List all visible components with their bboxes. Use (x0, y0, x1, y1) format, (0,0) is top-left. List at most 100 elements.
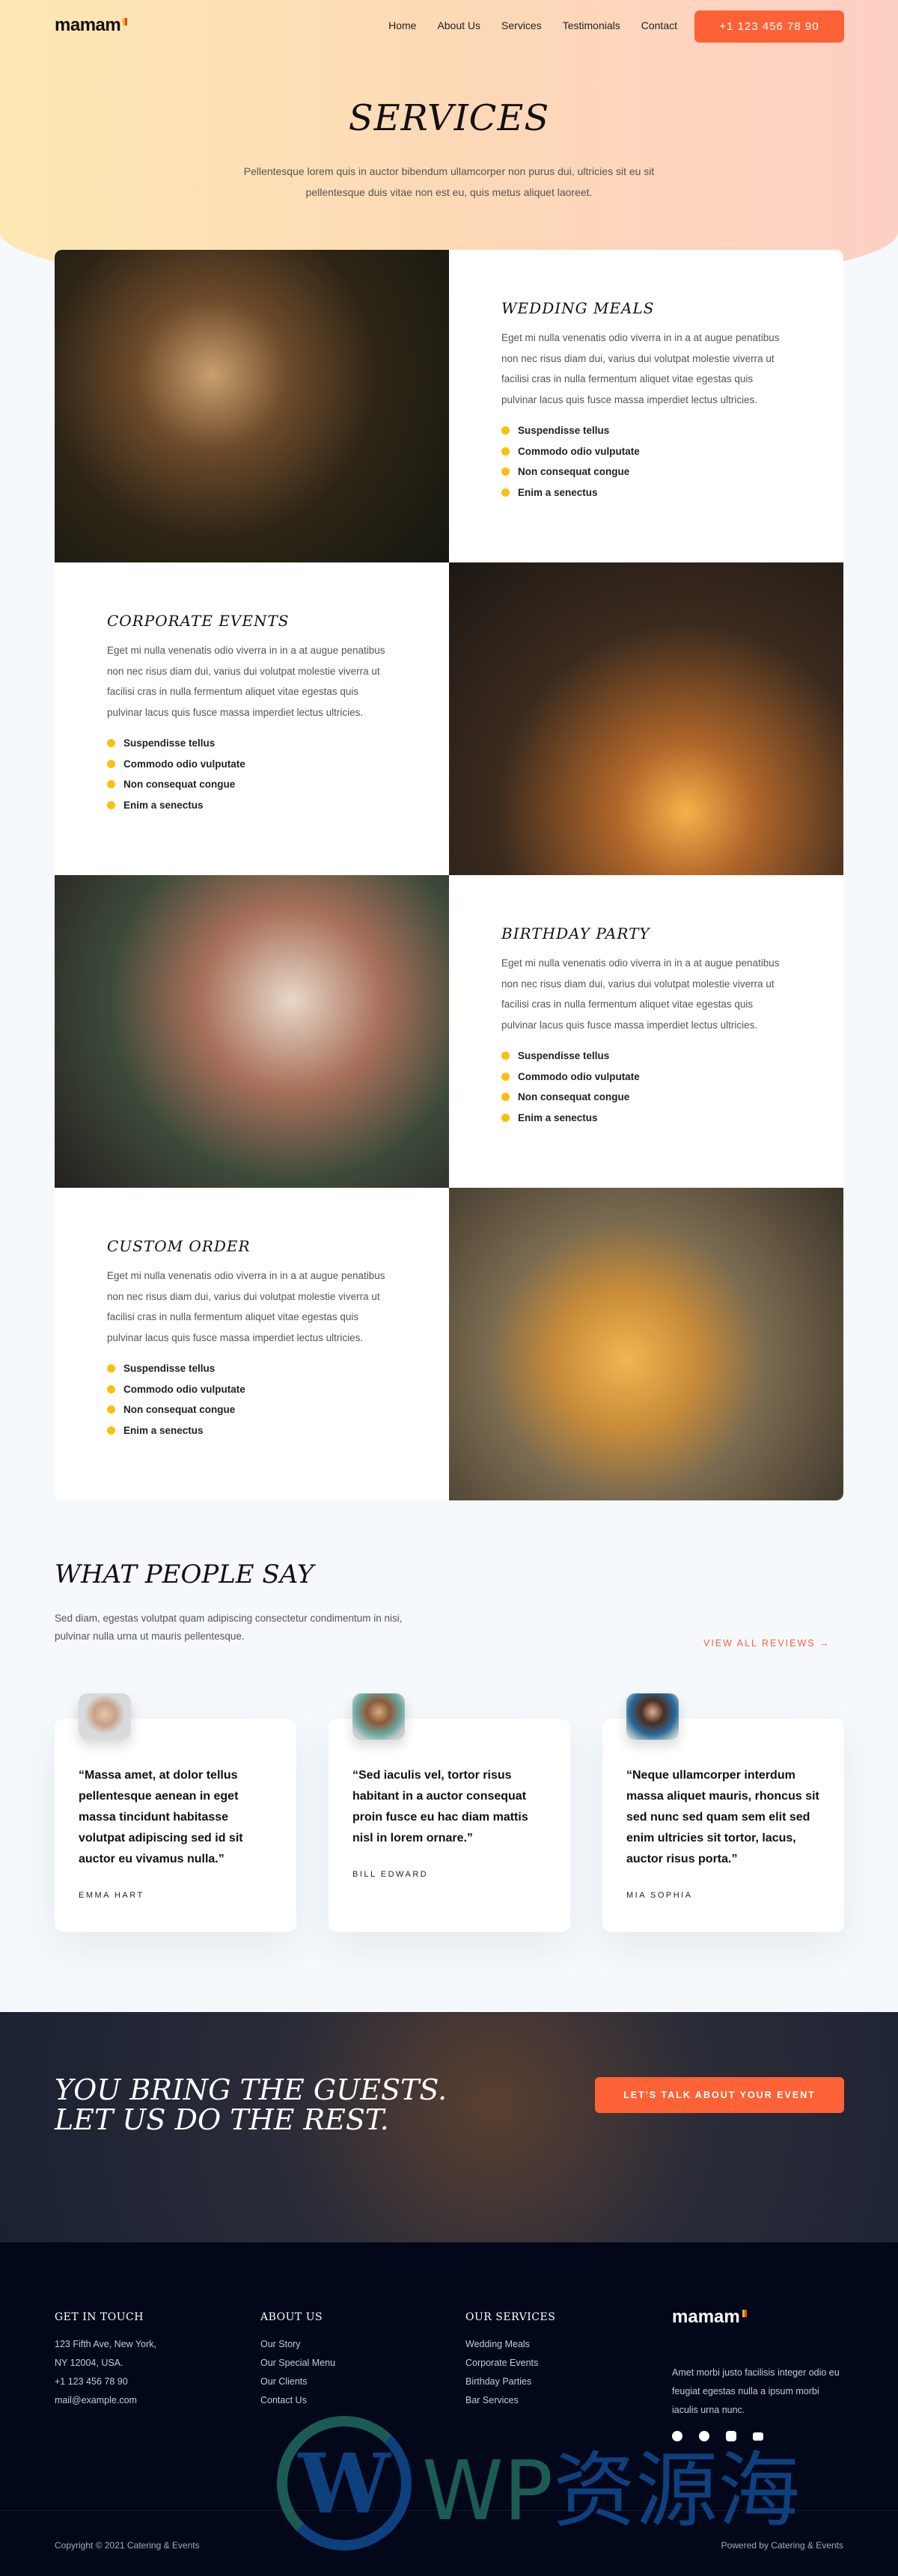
bullet-item: Suspendisse tellus (501, 1046, 791, 1067)
service-bullets: Suspendisse tellus Commodo odio vulputat… (501, 420, 791, 503)
service-bullets: Suspendisse tellus Commodo odio vulputat… (107, 733, 397, 815)
bullet-dot-icon (501, 1093, 510, 1102)
bullet-item: Non consequat congue (107, 774, 397, 795)
watermark-text: WP资源海 (422, 2443, 801, 2539)
service-text: CORPORATE EVENTS Eget mi nulla venenatis… (55, 562, 449, 875)
bullet-text: Suspendisse tellus (123, 1363, 216, 1374)
service-description: Eget mi nulla venenatis odio viverra in … (107, 645, 385, 718)
bullet-text: Suspendisse tellus (518, 425, 610, 436)
footer-description: Amet morbi justo facilisis integer odio … (672, 2367, 840, 2415)
bullet-text: Enim a senectus (518, 1111, 598, 1123)
top-nav: mamam Home About Us Services Testimonial… (0, 0, 898, 54)
nav-contact[interactable]: Contact (641, 19, 677, 31)
copyright: Copyright © 2021 Catering & Events (55, 2540, 200, 2551)
avatar (352, 1693, 405, 1740)
service-row-corporate: CORPORATE EVENTS Eget mi nulla venenatis… (55, 562, 843, 875)
bullet-dot-icon (501, 1113, 510, 1122)
service-row-birthday: BIRTHDAY PARTY Eget mi nulla venenatis o… (55, 875, 843, 1188)
bullet-item: Commodo odio vulputate (107, 1379, 397, 1400)
service-description: Eget mi nulla venenatis odio viverra in … (501, 332, 780, 405)
corporate-photo (449, 562, 843, 875)
logo-mark-icon (123, 18, 128, 25)
bullet-text: Commodo odio vulputate (518, 1070, 640, 1082)
logo-text: mamam (55, 15, 121, 35)
nav-about[interactable]: About Us (437, 19, 480, 31)
logo-mark-icon (742, 2310, 747, 2317)
cta-heading: YOU BRING THE GUESTS. LET US DO THE REST. (55, 2075, 563, 2135)
bullet-dot-icon (107, 780, 115, 789)
bullet-text: Suspendisse tellus (123, 737, 216, 749)
bullet-item: Commodo odio vulputate (107, 754, 397, 775)
service-title: CORPORATE EVENTS (107, 612, 290, 630)
testimonials-title: WHAT PEOPLE SAY (55, 1560, 314, 1589)
cta-banner: YOU BRING THE GUESTS. LET US DO THE REST.… (0, 2012, 898, 2242)
wordpress-logo-icon: W (277, 2416, 412, 2551)
bullet-text: Non consequat congue (123, 1404, 236, 1415)
birthday-photo (55, 875, 449, 1188)
service-row-custom: CUSTOM ORDER Eget mi nulla venenatis odi… (55, 1188, 843, 1500)
bullet-dot-icon (501, 447, 510, 456)
testimonial-quote: “Sed iaculis vel, tortor risus habitant … (352, 1769, 528, 1844)
view-all-reviews-link[interactable]: VIEW ALL REVIEWS → (703, 1638, 844, 1649)
bullet-dot-icon (501, 467, 510, 476)
cta-line-2: LET US DO THE REST. (55, 2103, 389, 2136)
testimonial-card: “Sed iaculis vel, tortor risus habitant … (329, 1693, 570, 1932)
footer-link[interactable]: Our Story (260, 2335, 433, 2354)
bullet-text: Commodo odio vulputate (123, 1383, 245, 1395)
bullet-text: Enim a senectus (518, 486, 598, 498)
testimonial-author: MIA SOPHIA (626, 1891, 693, 1900)
bullet-dot-icon (107, 1364, 115, 1373)
email-link[interactable]: mail@example.com (55, 2391, 227, 2410)
service-bullets: Suspendisse tellus Commodo odio vulputat… (501, 1046, 791, 1128)
nav-testimonials[interactable]: Testimonials (563, 19, 620, 31)
footer-link[interactable]: Bar Services (465, 2391, 638, 2410)
service-bullets: Suspendisse tellus Commodo odio vulputat… (107, 1358, 397, 1441)
service-row-wedding: WEDDING MEALS Eget mi nulla venenatis od… (55, 250, 843, 562)
bullet-item: Enim a senectus (501, 1108, 791, 1129)
bullet-dot-icon (107, 1426, 115, 1435)
footer-about: ABOUT US Our Story Our Special Menu Our … (260, 2311, 433, 2410)
service-description: Eget mi nulla venenatis odio viverra in … (501, 957, 780, 1031)
footer-link[interactable]: Corporate Events (465, 2354, 638, 2373)
logo-text: mamam (672, 2307, 740, 2327)
testimonial-card: “Neque ullamcorper interdum massa alique… (602, 1693, 844, 1932)
footer-link[interactable]: Birthday Parties (465, 2373, 638, 2391)
avatar (79, 1693, 131, 1740)
phone-link[interactable]: +1 123 456 78 90 (55, 2373, 227, 2391)
talk-event-button[interactable]: LET'S TALK ABOUT YOUR EVENT (595, 2077, 844, 2113)
services-list: WEDDING MEALS Eget mi nulla venenatis od… (55, 250, 843, 1500)
bullet-dot-icon (107, 1384, 115, 1393)
footer-link[interactable]: Wedding Meals (465, 2335, 638, 2354)
footer-link[interactable]: Contact Us (260, 2391, 433, 2410)
testimonial-author: BILL EDWARD (352, 1870, 429, 1879)
address-line: 123 Fifth Ave, New York, (55, 2339, 156, 2349)
testimonial-author: EMMA HART (79, 1891, 144, 1900)
logo[interactable]: mamam (55, 15, 128, 36)
footer-link[interactable]: Our Clients (260, 2373, 433, 2391)
bullet-text: Enim a senectus (123, 1424, 204, 1436)
testimonial-quote: “Neque ullamcorper interdum massa alique… (626, 1769, 819, 1865)
footer-link[interactable]: Our Special Menu (260, 2354, 433, 2373)
hero-subtitle: Pellentesque lorem quis in auctor bibend… (243, 165, 655, 198)
nav-home[interactable]: Home (388, 19, 416, 31)
footer-logo[interactable]: mamam (672, 2307, 747, 2328)
bullet-dot-icon (107, 800, 115, 809)
service-title: BIRTHDAY PARTY (501, 924, 650, 942)
footer-contact: GET IN TOUCH 123 Fifth Ave, New York, NY… (55, 2311, 227, 2410)
phone-button[interactable]: +1 123 456 78 90 (694, 10, 844, 43)
bullet-item: Suspendisse tellus (107, 1358, 397, 1379)
avatar (626, 1693, 679, 1740)
address-line: NY 12004, USA. (55, 2358, 123, 2368)
bullet-item: Non consequat congue (501, 1087, 791, 1108)
bullet-text: Non consequat congue (518, 466, 630, 477)
cta-line-1: YOU BRING THE GUESTS. (55, 2073, 448, 2106)
nav-services[interactable]: Services (501, 19, 542, 31)
testimonial-card: “Massa amet, at dolor tellus pellentesqu… (55, 1693, 296, 1932)
bullet-item: Suspendisse tellus (107, 733, 397, 754)
bullet-item: Commodo odio vulputate (501, 441, 791, 462)
bullet-item: Suspendisse tellus (501, 420, 791, 441)
service-text: CUSTOM ORDER Eget mi nulla venenatis odi… (55, 1188, 449, 1500)
page-title: SERVICES (348, 97, 550, 139)
service-text: BIRTHDAY PARTY Eget mi nulla venenatis o… (449, 875, 843, 1188)
testimonials-subtitle: Sed diam, egestas volutpat quam adipisci… (55, 1613, 403, 1642)
